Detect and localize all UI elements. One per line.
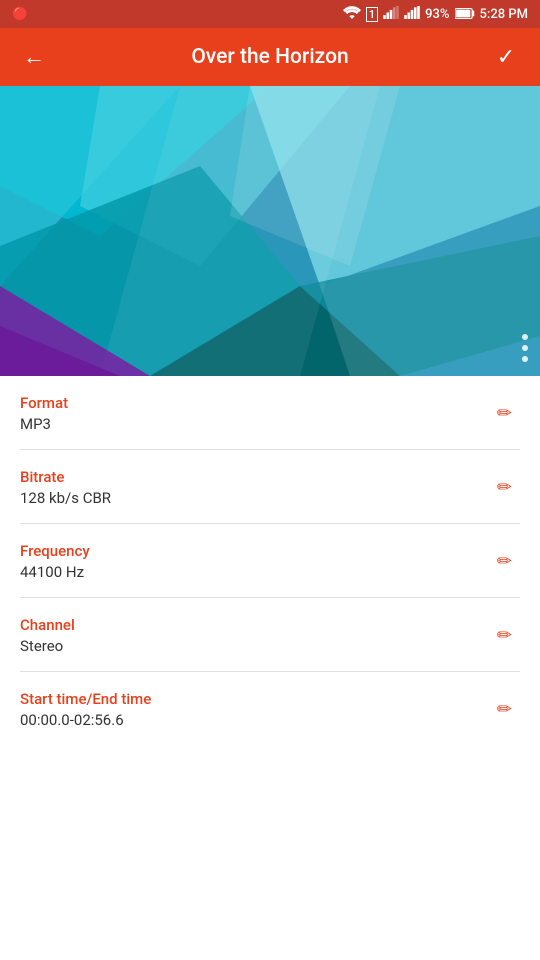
toolbar: ← Over the Horizon ✓ <box>0 28 540 86</box>
frequency-edit-button[interactable] <box>489 547 520 576</box>
signal2-icon <box>404 6 420 23</box>
channel-edit-button[interactable] <box>489 621 520 650</box>
time-display: 5:28 PM <box>480 7 529 22</box>
bitrate-edit-button[interactable] <box>489 473 520 502</box>
info-list: Format MP3 Bitrate 128 kb/s CBR Frequenc… <box>0 376 540 745</box>
bitrate-label: Bitrate <box>20 468 489 486</box>
dot2 <box>522 345 528 351</box>
album-art <box>0 86 540 376</box>
format-content: Format MP3 <box>20 394 489 433</box>
frequency-content: Frequency 44100 Hz <box>20 542 489 581</box>
format-item: Format MP3 <box>20 376 520 450</box>
sim-icon: 1 <box>366 7 378 22</box>
battery-percent: 93% <box>425 7 449 22</box>
bitrate-item: Bitrate 128 kb/s CBR <box>20 450 520 524</box>
time-range-content: Start time/End time 00:00.0-02:56.6 <box>20 690 489 729</box>
dot3 <box>522 356 528 362</box>
frequency-item: Frequency 44100 Hz <box>20 524 520 598</box>
channel-content: Channel Stereo <box>20 616 489 655</box>
frequency-label: Frequency <box>20 542 489 560</box>
format-label: Format <box>20 394 489 412</box>
time-range-label: Start time/End time <box>20 690 489 708</box>
channel-item: Channel Stereo <box>20 598 520 672</box>
page-title: Over the Horizon <box>62 45 478 69</box>
back-button[interactable]: ← <box>16 44 52 70</box>
battery-icon <box>455 5 475 24</box>
frequency-value: 44100 Hz <box>20 563 489 581</box>
signal-icon <box>383 6 399 23</box>
channel-value: Stereo <box>20 637 489 655</box>
time-range-edit-button[interactable] <box>489 695 520 724</box>
time-range-item: Start time/End time 00:00.0-02:56.6 <box>20 672 520 745</box>
status-icons: 1 93% <box>343 5 528 24</box>
more-options-button[interactable] <box>522 334 528 362</box>
format-value: MP3 <box>20 415 489 433</box>
channel-label: Channel <box>20 616 489 634</box>
status-bar: 🔴 1 <box>0 0 540 28</box>
bitrate-value: 128 kb/s CBR <box>20 489 489 507</box>
format-edit-button[interactable] <box>489 399 520 428</box>
bitrate-content: Bitrate 128 kb/s CBR <box>20 468 489 507</box>
album-art-image <box>0 86 540 376</box>
dot1 <box>522 334 528 340</box>
notification-icon: 🔴 <box>12 7 28 22</box>
wifi-icon <box>343 6 361 23</box>
time-range-value: 00:00.0-02:56.6 <box>20 711 489 729</box>
confirm-button[interactable]: ✓ <box>488 45 524 70</box>
